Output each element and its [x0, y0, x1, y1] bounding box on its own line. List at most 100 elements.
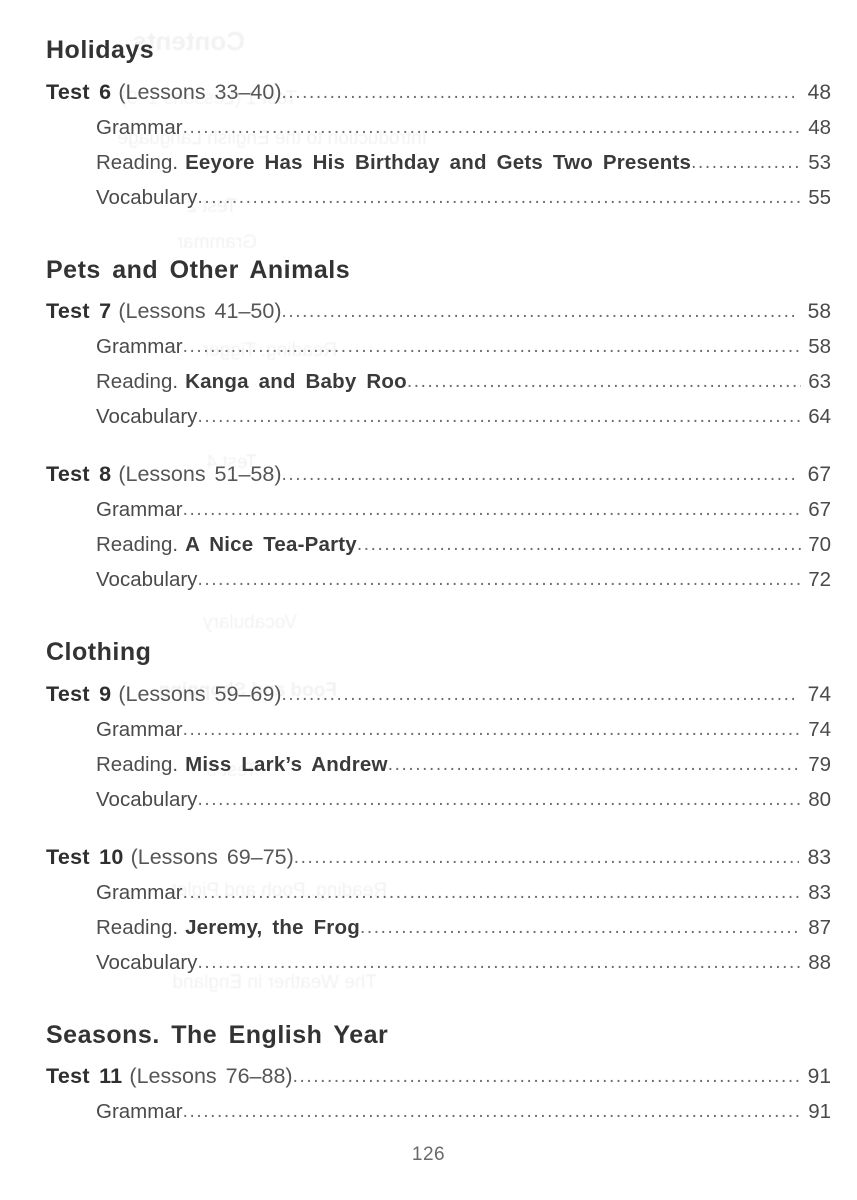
toc-entry-sub[interactable]: Vocabulary..............................…: [96, 783, 831, 818]
dot-leader: ........................................…: [197, 788, 801, 810]
page-number: 63: [808, 370, 831, 393]
toc-section: Seasons. The English Year Test 11 (Lessons…: [46, 1019, 831, 1131]
page-number: 64: [808, 405, 831, 428]
entry-label: Grammar: [96, 880, 183, 904]
section-title: Clothing: [46, 638, 152, 666]
toc-entry-sub[interactable]: Grammar.................................…: [96, 111, 831, 146]
test-lessons-range: (Lessons 76–88): [129, 1064, 293, 1088]
dot-leader: ........................................…: [182, 1101, 801, 1122]
dot-leader: ........................................…: [292, 1066, 799, 1087]
toc-entry-sub[interactable]: Vocabulary..............................…: [96, 563, 831, 598]
dot-leader: ........................................…: [691, 151, 801, 173]
toc-entry-reading[interactable]: Reading. Eeyore Has His Birthday and Gets…: [96, 146, 831, 181]
dot-leader: ........................................…: [197, 406, 801, 427]
reading-label: Reading.: [96, 150, 179, 174]
toc-entry-test[interactable]: Test 7 (Lessons 41–50)...................…: [46, 294, 831, 330]
page-number: 80: [808, 787, 831, 811]
reading-title: Kanga and Baby Roo: [185, 370, 407, 393]
dot-leader: ........................................…: [182, 336, 801, 357]
toc-section: Clothing Test 9 (Lessons 59–69)...........…: [46, 636, 831, 981]
toc-entry-test[interactable]: Test 6 (Lessons 33–40)...................…: [46, 75, 831, 111]
test-block: Test 8 (Lessons 51–58)...................…: [46, 457, 831, 598]
toc-entry-reading[interactable]: Reading. Jeremy, the Frog................…: [96, 911, 831, 946]
reading-title: Eeyore Has His Birthday and Gets Two Pre…: [185, 150, 692, 174]
dot-leader: ........................................…: [406, 371, 801, 392]
toc-entry-sub[interactable]: Vocabulary..............................…: [96, 946, 831, 981]
toc-entry-sub[interactable]: Vocabulary..............................…: [96, 400, 831, 435]
toc-entry-test[interactable]: Test 10 (Lessons 69–75)..................…: [46, 840, 831, 876]
page-number: 55: [808, 185, 831, 209]
page-number: 74: [807, 682, 831, 706]
reading-label: Reading.: [96, 370, 179, 393]
toc-entry-reading[interactable]: Reading. Kanga and Baby Roo..............…: [96, 365, 831, 400]
dot-leader: ........................................…: [281, 301, 799, 322]
toc-section: Pets and Other Animals Test 7 (Lessons 41–…: [46, 254, 831, 599]
page-number: 58: [807, 300, 831, 323]
page-number: 83: [807, 845, 831, 869]
test-lessons-range: (Lessons 59–69): [118, 681, 282, 706]
test-block: Test 10 (Lessons 69–75)..................…: [46, 840, 831, 981]
dot-leader: ........................................…: [356, 534, 801, 555]
test-lessons-range: (Lessons 69–75): [130, 844, 294, 869]
test-name: Test 9: [46, 681, 112, 706]
page-number: 72: [808, 568, 831, 591]
page-number: 74: [808, 717, 831, 741]
dot-leader: ........................................…: [182, 718, 801, 740]
entry-label: Vocabulary: [96, 185, 198, 209]
toc-entry-test[interactable]: Test 8 (Lessons 51–58)...................…: [46, 457, 831, 493]
dot-leader: ........................................…: [182, 499, 801, 520]
page-number: 67: [808, 498, 831, 521]
page-number: 79: [808, 752, 831, 776]
dot-leader: ........................................…: [197, 186, 801, 208]
test-lessons-range: (Lessons 41–50): [118, 299, 282, 323]
entry-label: Vocabulary: [96, 405, 198, 428]
entry-label: Grammar: [96, 717, 183, 741]
entry-label: Grammar: [96, 335, 183, 358]
toc-entry-sub[interactable]: Grammar.................................…: [96, 1095, 831, 1130]
test-lessons-range: (Lessons 51–58): [118, 462, 282, 486]
test-name: Test 7: [46, 299, 112, 323]
section-title: Pets and Other Animals: [46, 255, 351, 284]
test-name: Test 11: [46, 1064, 123, 1088]
toc-page: Holidays Test 6 (Lessons 33–40)...........…: [0, 0, 857, 1200]
toc-entry-reading[interactable]: Reading. Miss Lark’s Andrew..............…: [96, 748, 831, 783]
reading-label: Reading.: [96, 915, 179, 939]
reading-title: A Nice Tea-Party: [185, 533, 357, 556]
dot-leader: ........................................…: [281, 683, 799, 705]
test-lessons-range: (Lessons 33–40): [118, 79, 282, 104]
toc-entry-sub[interactable]: Grammar.................................…: [96, 713, 831, 748]
dot-leader: ........................................…: [182, 881, 801, 903]
page-number: 70: [808, 533, 831, 556]
toc-entry-test[interactable]: Test 11 (Lessons 76–88)..................…: [46, 1059, 831, 1095]
toc-entry-sub[interactable]: Grammar.................................…: [96, 493, 831, 528]
test-name: Test 10: [46, 844, 124, 869]
table-of-contents: Holidays Test 6 (Lessons 33–40)...........…: [46, 0, 831, 1130]
page-number: 48: [807, 80, 831, 104]
page-number: 88: [808, 950, 831, 974]
reading-label: Reading.: [96, 533, 179, 556]
page-number: 91: [807, 1065, 831, 1088]
entry-label: Vocabulary: [96, 950, 198, 974]
dot-leader: ........................................…: [293, 846, 799, 868]
reading-title: Miss Lark’s Andrew: [185, 752, 388, 776]
dot-leader: ........................................…: [281, 81, 799, 103]
toc-entry-sub[interactable]: Grammar.................................…: [96, 876, 831, 911]
section-title: Holidays: [46, 36, 155, 64]
toc-entry-sub[interactable]: Grammar.................................…: [96, 330, 831, 365]
test-name: Test 8: [46, 462, 112, 486]
dot-leader: ........................................…: [359, 916, 801, 938]
toc-entry-reading[interactable]: Reading. A Nice Tea-Party................…: [96, 528, 831, 563]
test-block: Test 7 (Lessons 41–50)...................…: [46, 294, 831, 435]
reading-label: Reading.: [96, 752, 179, 776]
section-title: Seasons. The English Year: [46, 1020, 389, 1049]
page-number: 48: [808, 115, 831, 139]
dot-leader: ........................................…: [182, 116, 801, 138]
dot-leader: ........................................…: [197, 951, 801, 973]
entry-label: Vocabulary: [96, 568, 198, 591]
page-number: 91: [808, 1100, 831, 1123]
toc-entry-sub[interactable]: Vocabulary..............................…: [96, 181, 831, 216]
dot-leader: ........................................…: [387, 753, 801, 775]
test-block: Test 6 (Lessons 33–40)...................…: [46, 75, 831, 216]
toc-entry-test[interactable]: Test 9 (Lessons 59–69)...................…: [46, 677, 831, 713]
test-block: Test 9 (Lessons 59–69)...................…: [46, 677, 831, 818]
